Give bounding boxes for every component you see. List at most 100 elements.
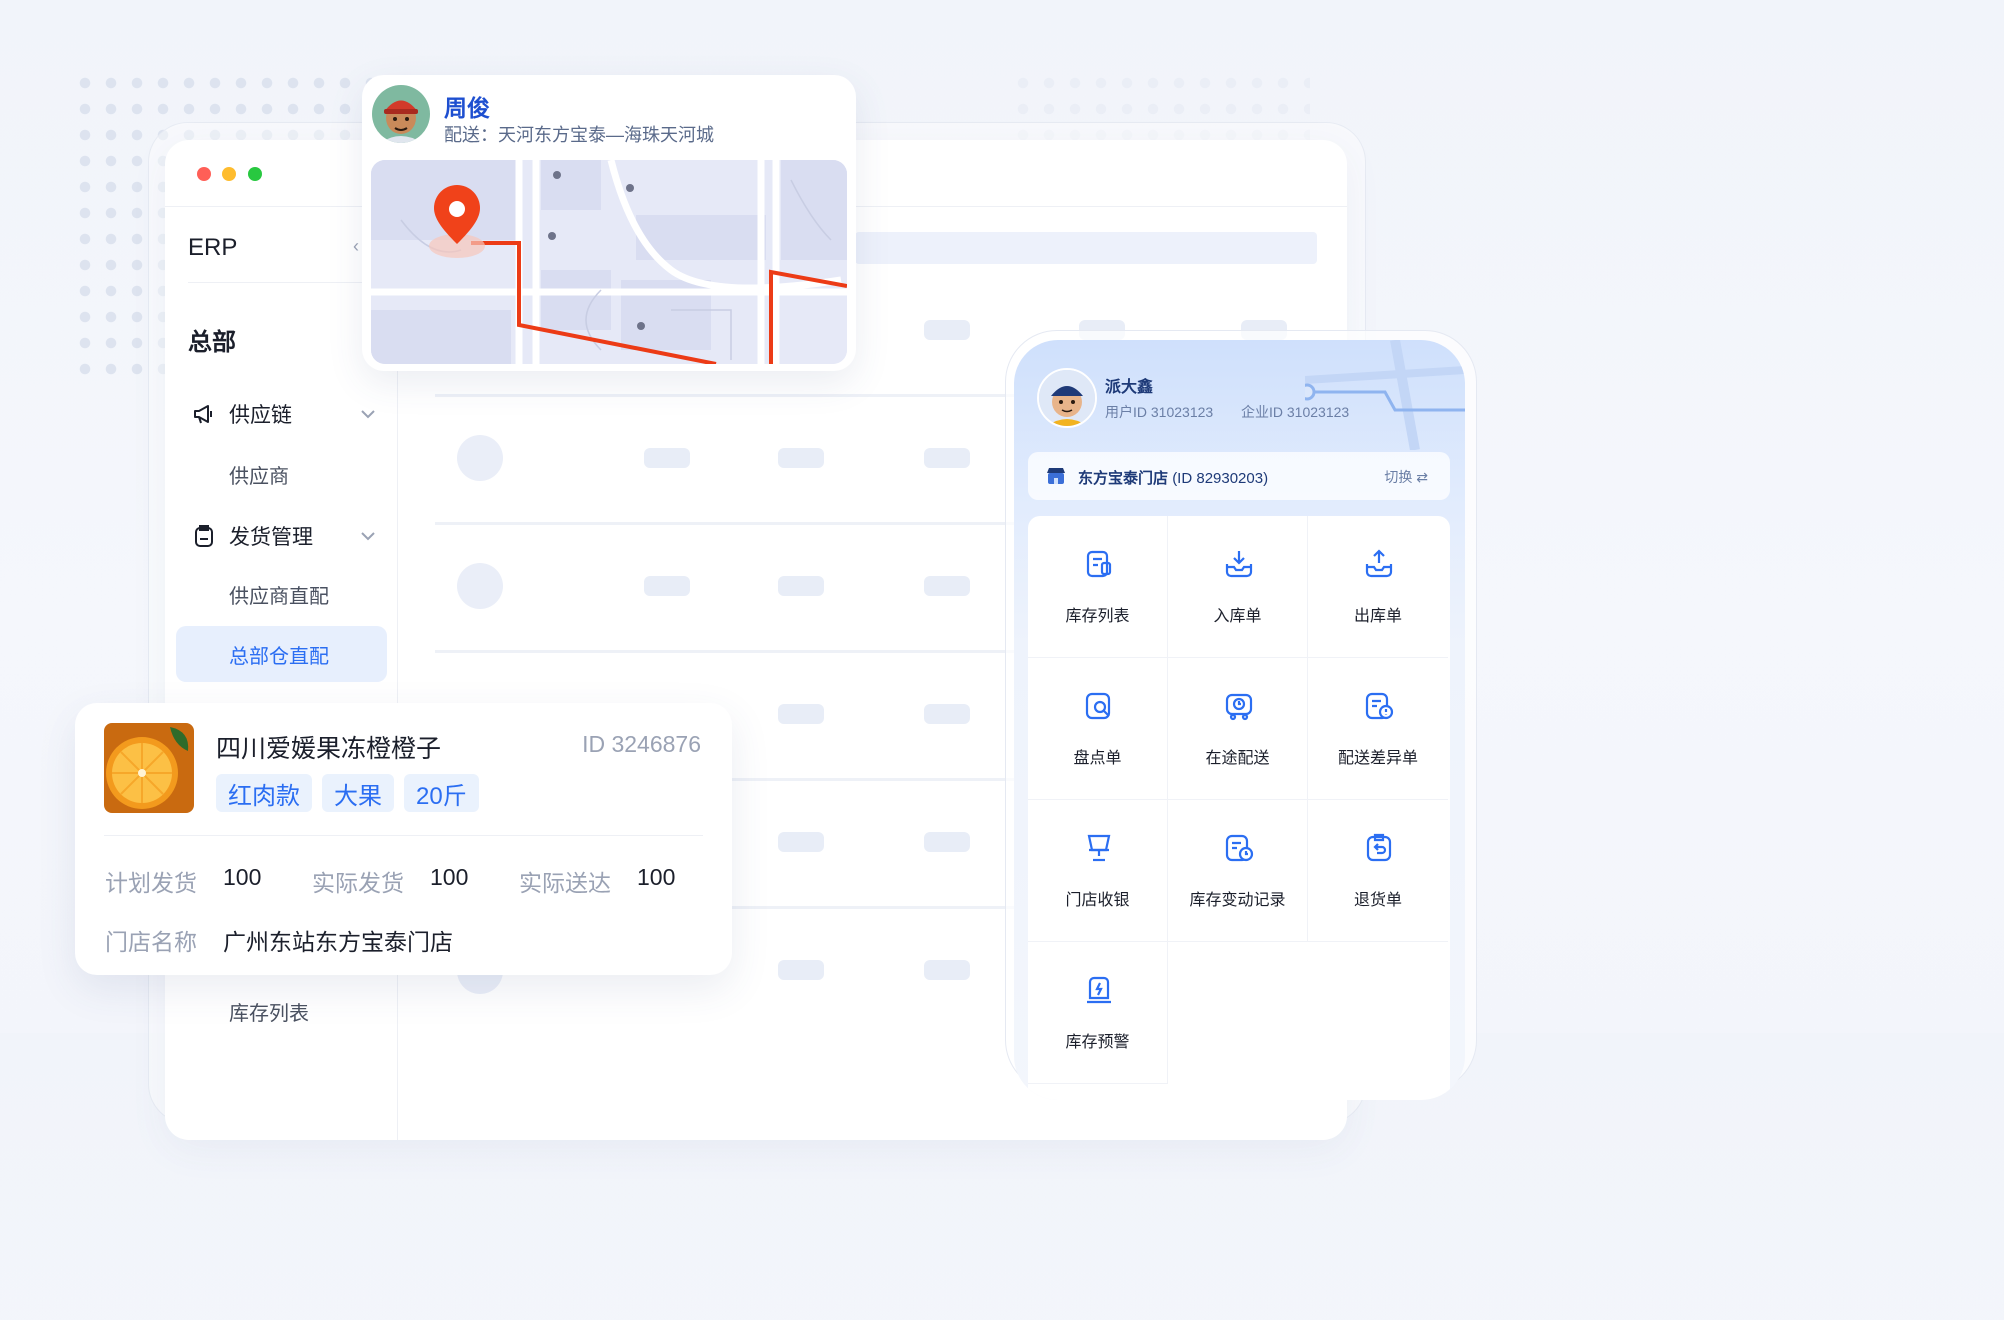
inventory-alert-icon — [1087, 976, 1111, 1004]
grid-item-inventory-alert[interactable]: 库存预警 — [1028, 942, 1168, 1084]
inbound-icon — [1225, 551, 1253, 578]
actual-label: 实际发货 — [312, 870, 404, 896]
grid-item-label: 入库单 — [1213, 608, 1262, 625]
return-icon — [1366, 833, 1392, 862]
product-id: ID 3246876 — [582, 731, 701, 757]
grid-item-return[interactable]: 退货单 — [1308, 800, 1448, 942]
placeholder-cell — [924, 960, 970, 980]
actual-value: 100 — [430, 864, 469, 890]
grid-item-stocktake[interactable]: 盘点单 — [1028, 658, 1168, 800]
store-label: 门店名称 — [105, 929, 197, 955]
grid-item-label: 库存列表 — [1065, 608, 1130, 625]
chevron-down-icon — [361, 406, 397, 422]
minimize-window-button[interactable] — [222, 167, 236, 181]
product-card[interactable]: 四川爱媛果冻橙橙子 ID 3246876 红肉款 大果 20斤 计划发货 100… — [75, 703, 732, 975]
feature-grid: 库存列表 入库单 出库单 盘点单 在途配送 配送差异单 门店收银 库存变动记录 … — [1028, 516, 1450, 1100]
placeholder-cell — [778, 960, 824, 980]
app-title: ERP — [188, 234, 238, 261]
grid-item-inventory-change[interactable]: 库存变动记录 — [1168, 800, 1308, 942]
nav-group-supply-chain[interactable]: 供应链 — [165, 390, 397, 438]
placeholder-cell — [924, 576, 970, 596]
grid-item-outbound[interactable]: 出库单 — [1308, 516, 1448, 658]
placeholder-cell — [778, 832, 824, 852]
cashier-icon — [1087, 834, 1111, 862]
route-value: 天河东方宝泰—海珠天河城 — [498, 125, 714, 145]
nav-group-label: 供应链 — [229, 404, 292, 427]
divider — [104, 835, 703, 836]
store-selector[interactable]: 东方宝泰门店 (ID 82930203) 切换 ⇄ — [1028, 452, 1450, 500]
placeholder-avatar — [457, 563, 503, 609]
placeholder-cell — [924, 832, 970, 852]
grid-item-delivery-discrepancy[interactable]: 配送差异单 — [1308, 658, 1448, 800]
product-tag: 大果 — [322, 774, 394, 812]
planned-value: 100 — [223, 864, 262, 890]
courier-avatar — [372, 85, 430, 143]
in-transit-icon — [1225, 693, 1253, 721]
delivery-card[interactable]: 周俊 配送：天河东方宝泰—海珠天河城 — [362, 75, 856, 371]
placeholder-avatar — [457, 435, 503, 481]
placeholder-cell — [924, 320, 970, 340]
route-label: 配送： — [444, 125, 498, 145]
grid-item-label: 在途配送 — [1205, 750, 1270, 767]
grid-item-label: 退货单 — [1353, 892, 1402, 909]
product-image — [104, 723, 194, 813]
placeholder-cell — [644, 448, 690, 468]
maximize-window-button[interactable] — [248, 167, 262, 181]
nav-group-label: 发货管理 — [229, 526, 313, 549]
placeholder-cell — [778, 704, 824, 724]
megaphone-icon — [191, 403, 217, 425]
inventory-list-icon — [1086, 550, 1112, 578]
delivery-discrepancy-icon — [1365, 692, 1394, 720]
org-title: 总部 — [188, 329, 236, 356]
grid-item-in-transit[interactable]: 在途配送 — [1168, 658, 1308, 800]
collapse-sidebar-icon[interactable]: ‹ — [353, 236, 359, 257]
sidebar-item-hq-warehouse-direct[interactable]: 总部仓直配 — [176, 626, 387, 682]
planned-label: 计划发货 — [105, 870, 197, 896]
sidebar-item-supplier-direct[interactable]: 供应商直配 — [229, 570, 329, 618]
placeholder-cell — [644, 576, 690, 596]
company-id: 企业ID 31023123 — [1241, 404, 1350, 420]
placeholder-cell — [924, 448, 970, 468]
swap-icon: ⇄ — [1416, 469, 1428, 485]
grid-item-label: 库存预警 — [1065, 1034, 1130, 1051]
delivery-route: 配送：天河东方宝泰—海珠天河城 — [444, 121, 714, 147]
user-id: 用户ID 31023123 — [1105, 404, 1214, 420]
store-name-text: 东方宝泰门店 — [1078, 470, 1169, 487]
product-tag: 红肉款 — [216, 774, 312, 812]
stocktake-icon — [1085, 692, 1111, 720]
grid-item-label: 盘点单 — [1073, 750, 1122, 767]
sidebar-item-inventory-list[interactable]: 库存列表 — [229, 987, 309, 1035]
delivered-label: 实际送达 — [519, 870, 611, 896]
grid-item-inventory-list[interactable]: 库存列表 — [1028, 516, 1168, 658]
grid-item-label: 门店收银 — [1065, 892, 1130, 909]
placeholder-cell — [778, 448, 824, 468]
outbound-icon — [1365, 549, 1393, 578]
grid-item-label: 配送差异单 — [1337, 750, 1418, 767]
product-tag: 20斤 — [404, 774, 479, 812]
placeholder-bar — [855, 232, 1317, 264]
inventory-change-icon — [1225, 834, 1254, 862]
grid-item-label: 出库单 — [1353, 608, 1402, 625]
sidebar-item-supplier[interactable]: 供应商 — [229, 450, 289, 498]
chevron-down-icon — [361, 528, 397, 544]
grid-item-label: 库存变动记录 — [1189, 892, 1286, 909]
delivery-map[interactable] — [371, 160, 847, 364]
user-avatar[interactable] — [1037, 368, 1097, 428]
user-name: 派大鑫 — [1105, 379, 1154, 396]
store-name: 东方宝泰门店 (ID 82930203) — [1078, 467, 1268, 488]
switch-label: 切换 — [1384, 469, 1413, 485]
close-window-button[interactable] — [197, 167, 211, 181]
mobile-app: 派大鑫 用户ID 31023123 企业ID 31023123 东方宝泰门店 (… — [1014, 340, 1465, 1100]
clipboard-icon — [191, 524, 217, 548]
switch-store-button[interactable]: 切换 ⇄ — [1384, 467, 1428, 487]
nav-group-shipping[interactable]: 发货管理 — [165, 512, 397, 560]
map-route-decoration — [1305, 340, 1465, 450]
store-icon — [1046, 467, 1066, 490]
store-value: 广州东站东方宝泰门店 — [223, 929, 453, 955]
grid-item-inbound[interactable]: 入库单 — [1168, 516, 1308, 658]
store-id: (ID 82930203) — [1172, 470, 1269, 487]
placeholder-cell — [924, 704, 970, 724]
placeholder-cell — [778, 576, 824, 596]
product-name: 四川爱媛果冻橙橙子 — [216, 735, 442, 763]
grid-item-cashier[interactable]: 门店收银 — [1028, 800, 1168, 942]
